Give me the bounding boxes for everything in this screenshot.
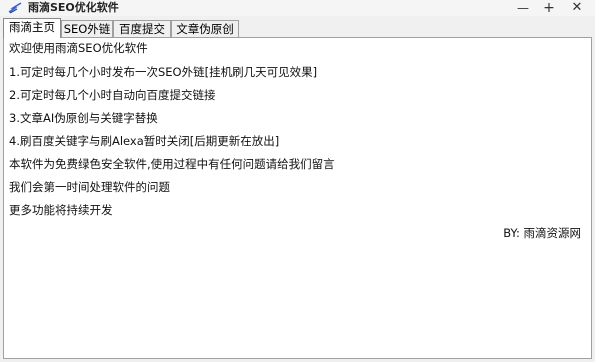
close-button[interactable]: ✕: [566, 0, 588, 16]
title-bar[interactable]: 雨滴SEO优化软件 — + ✕: [0, 0, 595, 16]
home-panel: 欢迎使用雨滴SEO优化软件 1.可定时每几个小时发布一次SEO外链[挂机刷几天可…: [3, 37, 592, 359]
author-credit: BY: 雨滴资源网: [503, 226, 581, 240]
app-window: 雨滴SEO优化软件 — + ✕ 雨滴主页 SEO外链 百度提交 文章伪原创 欢迎…: [0, 0, 595, 362]
info-line-support: 我们会第一时间处理软件的问题: [9, 180, 170, 194]
tab-bar: 雨滴主页 SEO外链 百度提交 文章伪原创: [0, 18, 595, 38]
tab-home[interactable]: 雨滴主页: [3, 18, 61, 38]
tab-article-rewrite[interactable]: 文章伪原创: [171, 20, 239, 37]
info-line-free: 本软件为免费绿色安全软件,使用过程中有任何问题请给我们留言: [9, 157, 335, 171]
window-title: 雨滴SEO优化软件: [28, 1, 119, 14]
tab-baidu-submit[interactable]: 百度提交: [113, 20, 171, 37]
maximize-button[interactable]: +: [538, 0, 560, 16]
feature-line-1: 1.可定时每几个小时发布一次SEO外链[挂机刷几天可见效果]: [9, 65, 318, 79]
info-line-more: 更多功能将持续开发: [9, 203, 113, 217]
app-icon: [8, 2, 22, 14]
feature-line-4: 4.刷百度关键字与刷Alexa暂时关闭[后期更新在放出]: [9, 134, 280, 148]
minimize-button[interactable]: —: [512, 0, 534, 16]
welcome-text: 欢迎使用雨滴SEO优化软件: [9, 41, 148, 55]
feature-line-2: 2.可定时每几个小时自动向百度提交链接: [9, 88, 216, 102]
feature-line-3: 3.文章AI伪原创与关键字替换: [9, 111, 158, 125]
tab-seo-links[interactable]: SEO外链: [61, 20, 113, 37]
